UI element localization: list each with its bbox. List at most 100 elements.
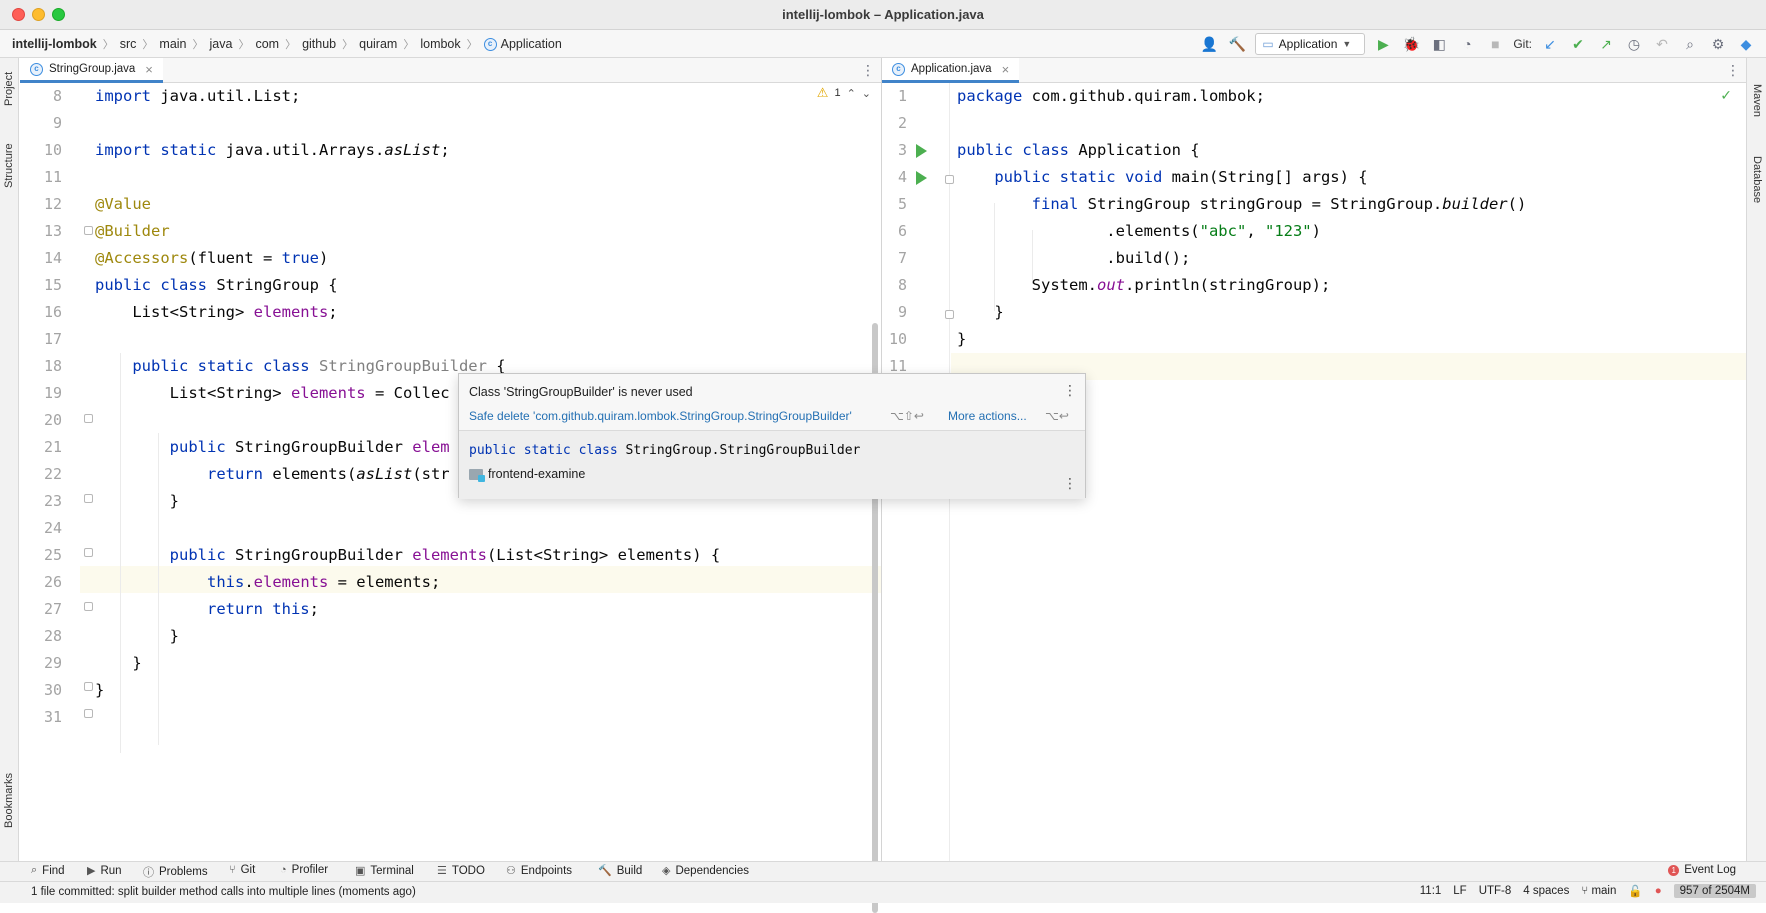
file-encoding[interactable]: UTF-8 — [1479, 885, 1512, 897]
tool-dependencies[interactable]: ◈ Dependencies — [662, 864, 749, 878]
tab-stringgroup-java[interactable]: c StringGroup.java × — [20, 58, 163, 83]
close-icon[interactable]: × — [145, 62, 153, 77]
fold-marker-icon[interactable] — [84, 414, 93, 423]
project-tool-tab[interactable]: Project — [3, 72, 15, 106]
more-vertical-icon[interactable]: ⋮ — [1726, 62, 1740, 79]
profiler-icon: ◔ — [280, 864, 287, 876]
coverage-icon[interactable]: ◧ — [1429, 34, 1449, 54]
profile-icon[interactable]: ◔ — [1457, 34, 1477, 54]
memory-indicator[interactable]: 957 of 2504M — [1673, 884, 1756, 898]
caret-position[interactable]: 11:1 — [1420, 885, 1442, 897]
error-indicator-icon[interactable]: ● — [1655, 885, 1662, 897]
more-actions-link[interactable]: More actions... — [948, 409, 1027, 423]
git-history-icon[interactable]: ◷ — [1624, 34, 1644, 54]
tool-problems-label: Problems — [159, 866, 208, 878]
left-line-number: 15 — [43, 276, 62, 294]
run-gutter-icon[interactable] — [916, 171, 927, 185]
endpoints-icon: ⚇ — [506, 865, 516, 877]
run-configuration-select[interactable]: ▭ Application ▼ — [1255, 33, 1366, 55]
git-label: Git: — [1513, 37, 1532, 51]
chevron-right-icon: 〉 — [403, 39, 415, 51]
tool-run[interactable]: ▶ Run — [87, 864, 122, 878]
code-line-27: return this; — [206, 600, 319, 618]
tool-git[interactable]: ⑂ Git — [229, 864, 255, 876]
breadcrumb-application[interactable]: Application — [501, 37, 562, 51]
structure-tool-tab[interactable]: Structure — [3, 143, 15, 188]
fold-marker-icon[interactable] — [84, 226, 93, 235]
run-gutter-icon[interactable] — [916, 144, 927, 158]
code-line-14: @Accessors(fluent = true) — [95, 249, 329, 267]
breadcrumb-project[interactable]: intellij-lombok — [12, 37, 97, 51]
code-line-16: List<String> elements; — [95, 303, 338, 321]
left-line-number: 27 — [43, 600, 62, 618]
tab-application-java[interactable]: c Application.java × — [882, 58, 1020, 83]
fold-marker-icon[interactable] — [945, 310, 954, 319]
tool-terminal[interactable]: ▣ Terminal — [355, 864, 414, 878]
more-vertical-icon[interactable]: ⋮ — [1063, 382, 1077, 399]
left-line-number: 9 — [52, 114, 62, 132]
search-icon[interactable]: ⌕ — [1680, 34, 1700, 54]
terminal-icon: ▣ — [355, 865, 366, 877]
breadcrumb-com[interactable]: com — [255, 37, 279, 51]
git-push-icon[interactable]: ↗ — [1596, 34, 1616, 54]
git-rollback-icon[interactable]: ↶ — [1652, 34, 1672, 54]
tool-build[interactable]: 🔨 Build — [598, 864, 643, 878]
right-line-number: 4 — [897, 168, 907, 186]
debug-icon[interactable]: 🐞 — [1401, 34, 1421, 54]
tool-todo-label: TODO — [451, 864, 485, 877]
stop-icon[interactable]: ■ — [1485, 34, 1505, 54]
tool-endpoints[interactable]: ⚇ Endpoints — [506, 864, 572, 878]
popup-signature: public static class StringGroup.StringGr… — [469, 443, 861, 458]
module-name: frontend-examine — [488, 467, 586, 481]
status-message[interactable]: 1 file committed: split builder method c… — [31, 886, 416, 898]
line-separator[interactable]: LF — [1453, 885, 1466, 897]
user-icon[interactable]: 👤 — [1199, 34, 1219, 54]
breadcrumb-java[interactable]: java — [210, 37, 233, 51]
tool-problems[interactable]: ⓘ Problems — [143, 864, 208, 880]
event-log-button[interactable]: 1 Event Log — [1668, 864, 1736, 876]
chevron-down-icon: ▼ — [1342, 39, 1352, 49]
gear-icon[interactable]: ⚙ — [1708, 34, 1728, 54]
status-widgets: 11:1 LF UTF-8 4 spaces ⑂ main 🔓 ● 957 of… — [1420, 884, 1756, 898]
code-line-13: @Builder — [95, 222, 170, 240]
safe-delete-link[interactable]: Safe delete 'com.github.quiram.lombok.St… — [469, 409, 852, 423]
breadcrumb-github[interactable]: github — [302, 37, 336, 51]
tool-build-label: Build — [616, 864, 643, 877]
left-line-number: 25 — [43, 546, 62, 564]
code-line-19: List<String> elements = Collec — [95, 384, 450, 402]
more-vertical-icon[interactable]: ⋮ — [861, 62, 875, 79]
fold-marker-icon[interactable] — [84, 709, 93, 718]
tool-todo[interactable]: ☰ TODO — [437, 864, 485, 878]
breadcrumb-src[interactable]: src — [120, 37, 137, 51]
more-actions-shortcut: ⌥↩ — [1045, 409, 1069, 423]
code-line-12: @Value — [95, 195, 151, 213]
module-folder-icon — [469, 468, 485, 482]
right-line-number: 8 — [897, 276, 907, 294]
fold-marker-icon[interactable] — [84, 682, 93, 691]
bookmarks-tool-tab[interactable]: Bookmarks — [3, 773, 15, 828]
jetbrains-logo-icon[interactable]: ◆ — [1736, 34, 1756, 54]
database-tool-tab[interactable]: Database — [1751, 156, 1763, 203]
maven-tool-tab[interactable]: Maven — [1751, 84, 1763, 117]
build-hammer-icon[interactable]: 🔨 — [1227, 34, 1247, 54]
close-icon[interactable]: × — [1002, 62, 1010, 77]
fold-marker-icon[interactable] — [84, 494, 93, 503]
fold-marker-icon[interactable] — [84, 548, 93, 557]
indent-setting[interactable]: 4 spaces — [1523, 885, 1569, 897]
tool-profiler[interactable]: ◔ Profiler — [280, 864, 328, 876]
fold-marker-icon[interactable] — [84, 602, 93, 611]
tool-find-label: Find — [42, 864, 65, 877]
breadcrumb-lombok[interactable]: lombok — [420, 37, 460, 51]
more-vertical-icon[interactable]: ⋮ — [1063, 475, 1077, 492]
tool-find[interactable]: ⌕ Find — [31, 864, 65, 877]
git-commit-icon[interactable]: ✔ — [1568, 34, 1588, 54]
popup-message: Class 'StringGroupBuilder' is never used — [469, 385, 693, 399]
code-line-8: System.out.println(stringGroup); — [957, 276, 1331, 294]
breadcrumb-main[interactable]: main — [159, 37, 186, 51]
lock-icon[interactable]: 🔓 — [1628, 884, 1642, 898]
fold-marker-icon[interactable] — [945, 175, 954, 184]
git-update-icon[interactable]: ↙ — [1540, 34, 1560, 54]
run-icon[interactable]: ▶ — [1373, 34, 1393, 54]
git-branch-widget[interactable]: ⑂ main — [1581, 885, 1616, 897]
breadcrumb-quiram[interactable]: quiram — [359, 37, 397, 51]
